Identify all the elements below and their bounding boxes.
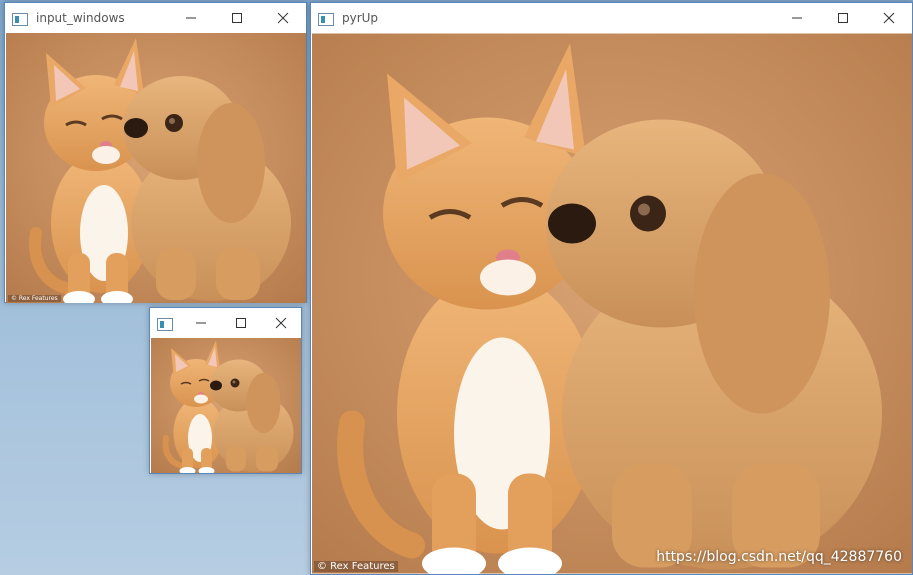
pyrup-window[interactable]: pyrUp © Rex Features https://blog.csdn.n… bbox=[310, 2, 913, 575]
close-icon bbox=[277, 12, 289, 23]
input-image: © Rex Features bbox=[6, 33, 306, 303]
input-window-titlebar[interactable]: input_windows bbox=[5, 3, 306, 32]
image-credit: © Rex Features bbox=[8, 295, 61, 302]
opencv-window-icon bbox=[157, 316, 173, 331]
minimize-icon bbox=[196, 322, 206, 323]
close-button[interactable] bbox=[261, 308, 301, 337]
minimize-icon bbox=[792, 17, 802, 18]
close-button[interactable] bbox=[866, 3, 912, 32]
maximize-icon bbox=[236, 317, 246, 328]
maximize-icon bbox=[232, 12, 242, 23]
minimize-button[interactable] bbox=[168, 3, 214, 32]
minimize-icon bbox=[186, 17, 196, 18]
minimize-button[interactable] bbox=[774, 3, 820, 32]
small-window[interactable] bbox=[149, 307, 302, 474]
opencv-window-icon bbox=[318, 11, 334, 26]
pyrup-window-titlebar[interactable]: pyrUp bbox=[311, 3, 912, 32]
maximize-button[interactable] bbox=[820, 3, 866, 32]
input-window-title: input_windows bbox=[36, 10, 125, 25]
maximize-button[interactable] bbox=[221, 308, 261, 337]
maximize-icon bbox=[838, 12, 848, 23]
pyrup-window-title: pyrUp bbox=[342, 10, 379, 25]
close-icon bbox=[883, 12, 895, 23]
close-button[interactable] bbox=[260, 3, 306, 32]
opencv-window-icon bbox=[12, 11, 28, 26]
input-window[interactable]: input_windows © Rex Features bbox=[4, 2, 307, 303]
minimize-button[interactable] bbox=[181, 308, 221, 337]
csdn-watermark: https://blog.csdn.net/qq_42887760 bbox=[656, 549, 902, 565]
small-window-titlebar[interactable] bbox=[150, 308, 301, 337]
small-image bbox=[151, 338, 301, 473]
image-credit: © Rex Features bbox=[314, 561, 398, 572]
close-icon bbox=[275, 317, 287, 328]
maximize-button[interactable] bbox=[214, 3, 260, 32]
pyrup-image: © Rex Features https://blog.csdn.net/qq_… bbox=[312, 33, 912, 574]
